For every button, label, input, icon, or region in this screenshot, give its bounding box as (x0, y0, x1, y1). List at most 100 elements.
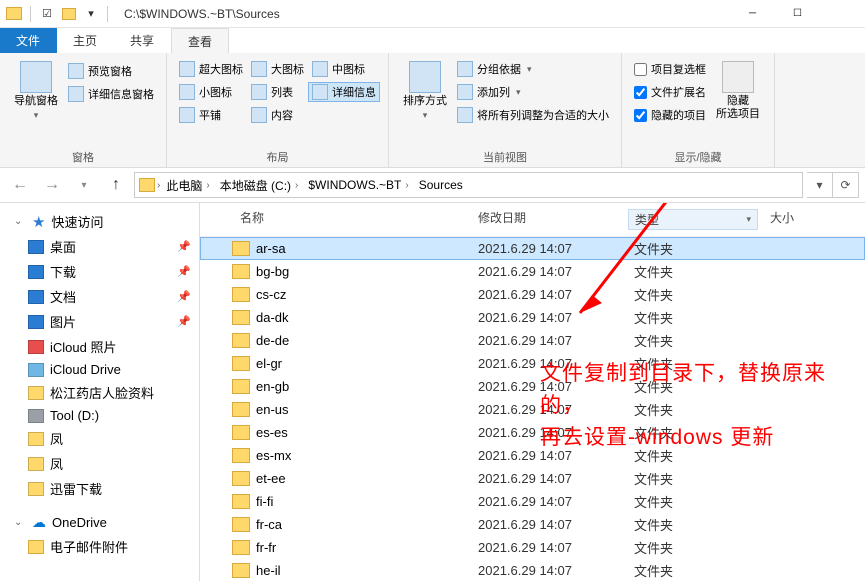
file-type: 文件夹 (628, 423, 758, 442)
layout-small[interactable]: 小图标 (175, 82, 247, 102)
details-pane-button[interactable]: 详细信息窗格 (64, 84, 158, 104)
file-row[interactable]: da-dk2021.6.29 14:07文件夹 (200, 306, 865, 329)
column-modified[interactable]: 修改日期 (478, 209, 628, 230)
layout-extra-large[interactable]: 超大图标 (175, 59, 247, 79)
file-row[interactable]: fi-fi2021.6.29 14:07文件夹 (200, 490, 865, 513)
file-type: 文件夹 (628, 469, 758, 488)
file-type: 文件夹 (628, 239, 758, 258)
hidden-items-toggle[interactable]: 隐藏的项目 (630, 105, 710, 125)
file-row[interactable]: en-us2021.6.29 14:07文件夹 (200, 398, 865, 421)
sidebar-item[interactable]: 凤 (0, 426, 199, 451)
tab-share[interactable]: 共享 (114, 28, 171, 53)
item-checkboxes-toggle[interactable]: 项目复选框 (630, 59, 710, 79)
close-button[interactable] (820, 0, 865, 28)
file-row[interactable]: fr-fr2021.6.29 14:07文件夹 (200, 536, 865, 559)
breadcrumb-item[interactable]: $WINDOWS.~BT› (304, 178, 412, 192)
folder-icon (232, 494, 250, 509)
ribbon-group-show-hide: 项目复选框 文件扩展名 隐藏的项目 隐藏所选项目 显示/隐藏 (622, 53, 775, 167)
folder-icon (232, 287, 250, 302)
file-extensions-toggle[interactable]: 文件扩展名 (630, 82, 710, 102)
file-row[interactable]: es-mx2021.6.29 14:07文件夹 (200, 444, 865, 467)
qat-new-folder-icon[interactable] (59, 4, 79, 24)
address-bar[interactable]: › 此电脑› 本地磁盘 (C:)› $WINDOWS.~BT› Sources (134, 172, 803, 198)
breadcrumb-item[interactable]: 本地磁盘 (C:)› (216, 177, 303, 194)
file-row[interactable]: he-il2021.6.29 14:07文件夹 (200, 559, 865, 581)
navigation-pane-button[interactable]: 导航窗格 ▾ (8, 57, 64, 125)
column-type[interactable]: 类型▾ (628, 209, 758, 230)
sort-button[interactable]: 排序方式 ▾ (397, 57, 453, 125)
sidebar-item[interactable]: 电子邮件附件 (0, 534, 199, 559)
sidebar-item[interactable]: 松江药店人脸资料 (0, 380, 199, 405)
file-row[interactable]: es-es2021.6.29 14:07文件夹 (200, 421, 865, 444)
file-name: fi-fi (256, 494, 273, 509)
ribbon: 导航窗格 ▾ 预览窗格 详细信息窗格 窗格 超大图标 小图标 平铺 大图标 列表… (0, 53, 865, 168)
group-by-button[interactable]: 分组依据▾ (453, 59, 613, 79)
recent-locations-button[interactable]: ▾ (70, 171, 98, 199)
tab-view[interactable]: 查看 (171, 28, 229, 53)
sidebar-item[interactable]: 凤 (0, 451, 199, 476)
size-all-columns-button[interactable]: 将所有列调整为合适的大小 (453, 105, 613, 125)
file-row[interactable]: fr-ca2021.6.29 14:07文件夹 (200, 513, 865, 536)
refresh-button[interactable]: ⟳ (833, 172, 859, 198)
back-button[interactable]: ← (6, 171, 34, 199)
add-columns-button[interactable]: 添加列▾ (453, 82, 613, 102)
file-row[interactable]: ar-sa2021.6.29 14:07文件夹 (200, 237, 865, 260)
file-date: 2021.6.29 14:07 (478, 356, 628, 371)
file-row[interactable]: de-de2021.6.29 14:07文件夹 (200, 329, 865, 352)
file-type: 文件夹 (628, 446, 758, 465)
layout-content[interactable]: 内容 (247, 105, 308, 125)
breadcrumb-item[interactable]: Sources (415, 178, 467, 192)
qat-customize-icon[interactable]: ▾ (81, 4, 101, 24)
folder-icon (232, 241, 250, 256)
sidebar-item-label: 桌面 (50, 237, 76, 256)
layout-list[interactable]: 列表 (247, 82, 308, 102)
breadcrumb-item[interactable]: 此电脑› (162, 177, 213, 194)
sidebar-item[interactable]: 文档📌 (0, 284, 199, 309)
sidebar-item-label: 下载 (50, 262, 76, 281)
file-name: et-ee (256, 471, 286, 486)
file-date: 2021.6.29 14:07 (478, 425, 628, 440)
file-type: 文件夹 (628, 515, 758, 534)
folder-icon (232, 356, 250, 371)
sidebar-item-icon (28, 240, 44, 254)
file-row[interactable]: en-gb2021.6.29 14:07文件夹 (200, 375, 865, 398)
file-date: 2021.6.29 14:07 (478, 563, 628, 578)
sidebar-item[interactable]: iCloud 照片 (0, 334, 199, 359)
file-date: 2021.6.29 14:07 (478, 333, 628, 348)
column-name[interactable]: 名称 (208, 209, 478, 230)
sidebar-item[interactable]: 图片📌 (0, 309, 199, 334)
sidebar-item[interactable]: iCloud Drive (0, 359, 199, 380)
sidebar-item-icon (28, 409, 44, 423)
file-row[interactable]: el-gr2021.6.29 14:07文件夹 (200, 352, 865, 375)
file-date: 2021.6.29 14:07 (478, 494, 628, 509)
sidebar-item-icon (28, 340, 44, 354)
layout-details[interactable]: 详细信息 (308, 82, 380, 102)
file-row[interactable]: cs-cz2021.6.29 14:07文件夹 (200, 283, 865, 306)
forward-button[interactable]: → (38, 171, 66, 199)
column-size[interactable]: 大小 (758, 209, 818, 230)
sidebar-item[interactable]: 迅雷下载 (0, 476, 199, 501)
maximize-button[interactable]: ☐ (775, 0, 820, 28)
tab-file[interactable]: 文件 (0, 28, 57, 53)
layout-large[interactable]: 大图标 (247, 59, 308, 79)
sidebar-item[interactable]: 桌面📌 (0, 234, 199, 259)
layout-tiles[interactable]: 平铺 (175, 105, 247, 125)
minimize-button[interactable]: ─ (730, 0, 775, 28)
sidebar-item[interactable]: 下载📌 (0, 259, 199, 284)
preview-pane-button[interactable]: 预览窗格 (64, 61, 158, 81)
file-row[interactable]: et-ee2021.6.29 14:07文件夹 (200, 467, 865, 490)
quick-access-header[interactable]: ⌄ ★ 快速访问 (0, 209, 199, 234)
tab-home[interactable]: 主页 (57, 28, 114, 53)
file-type: 文件夹 (628, 400, 758, 419)
layout-medium[interactable]: 中图标 (308, 59, 380, 79)
sidebar-item[interactable]: Tool (D:) (0, 405, 199, 426)
onedrive-header[interactable]: ⌄ ☁ OneDrive (0, 511, 199, 534)
up-button[interactable]: ↑ (102, 171, 130, 199)
file-row[interactable]: bg-bg2021.6.29 14:07文件夹 (200, 260, 865, 283)
file-name: en-us (256, 402, 289, 417)
file-name: de-de (256, 333, 289, 348)
hide-selected-button[interactable]: 隐藏所选项目 (710, 57, 766, 125)
address-dropdown-button[interactable]: ▾ (807, 172, 833, 198)
file-type: 文件夹 (628, 354, 758, 373)
qat-properties-icon[interactable]: ☑ (37, 4, 57, 24)
